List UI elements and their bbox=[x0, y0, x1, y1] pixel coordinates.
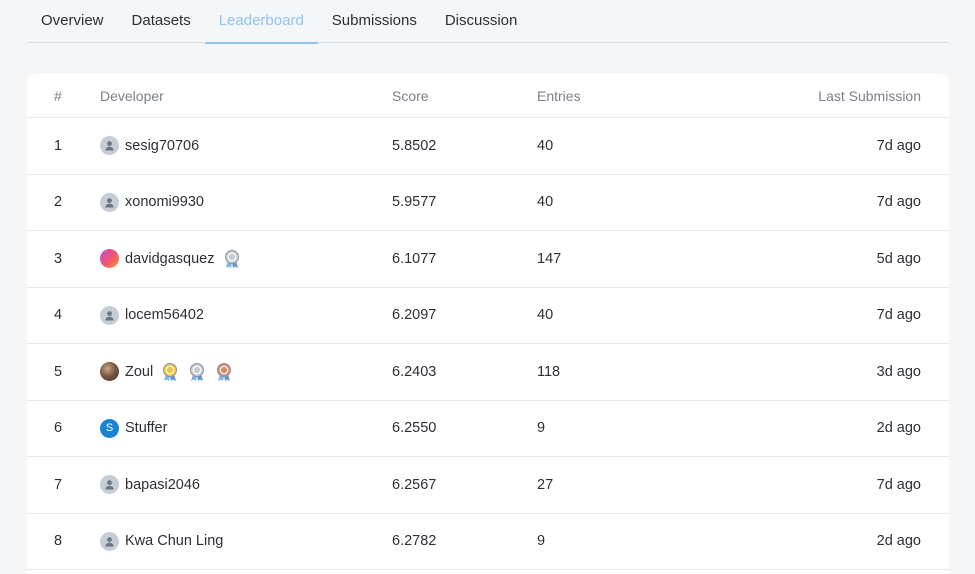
silver-medal-icon bbox=[222, 249, 242, 269]
avatar-letter: S bbox=[105, 422, 114, 435]
avatar[interactable] bbox=[100, 531, 119, 551]
table-row[interactable]: 2 xonomi9930 5.9577 40 7d ago bbox=[27, 175, 949, 231]
score-cell: 6.2097 bbox=[392, 307, 437, 324]
tab-overview[interactable]: Overview bbox=[27, 0, 118, 43]
score-cell: 5.9577 bbox=[392, 194, 437, 211]
last-submission-cell: 7d ago bbox=[876, 476, 921, 493]
table-row[interactable]: 7 bapasi2046 6.2567 27 7d ago bbox=[27, 457, 949, 514]
gold-medal-icon bbox=[160, 362, 180, 382]
entries-cell: 27 bbox=[537, 476, 554, 493]
rank-cell: 5 bbox=[54, 363, 63, 380]
developer-name[interactable]: locem56402 bbox=[125, 307, 204, 323]
rank-cell: 6 bbox=[54, 420, 63, 437]
last-submission-cell: 5d ago bbox=[876, 250, 921, 267]
score-cell: 6.1077 bbox=[392, 250, 437, 267]
developer-cell: bapasi2046 bbox=[100, 475, 200, 495]
avatar[interactable] bbox=[100, 249, 119, 269]
developer-cell: Kwa Chun Ling bbox=[100, 531, 223, 551]
entries-cell: 40 bbox=[537, 307, 554, 324]
score-cell: 6.2403 bbox=[392, 363, 437, 380]
header-entries: Entries bbox=[537, 87, 581, 104]
developer-cell: locem56402 bbox=[100, 305, 204, 325]
score-cell: 5.8502 bbox=[392, 137, 437, 154]
last-submission-cell: 7d ago bbox=[876, 194, 921, 211]
developer-name[interactable]: sesig70706 bbox=[125, 138, 199, 154]
avatar[interactable] bbox=[100, 192, 119, 212]
developer-cell: Zoul bbox=[100, 362, 234, 382]
developer-cell: davidgasquez bbox=[100, 249, 242, 269]
bronze-medal-icon bbox=[214, 362, 234, 382]
last-submission-cell: 2d ago bbox=[876, 420, 921, 437]
developer-name[interactable]: xonomi9930 bbox=[125, 194, 204, 210]
developer-name[interactable]: davidgasquez bbox=[125, 251, 215, 267]
developer-name[interactable]: Kwa Chun Ling bbox=[125, 533, 223, 549]
avatar[interactable] bbox=[100, 305, 119, 325]
table-row[interactable]: 1 sesig70706 5.8502 40 7d ago bbox=[27, 118, 949, 175]
rank-cell: 3 bbox=[54, 250, 63, 267]
table-row[interactable]: 6 S Stuffer 6.2550 9 2d ago bbox=[27, 401, 949, 457]
avatar[interactable] bbox=[100, 362, 119, 382]
rank-cell: 4 bbox=[54, 307, 63, 324]
header-last-submission: Last Submission bbox=[818, 87, 921, 104]
developer-name[interactable]: Zoul bbox=[125, 364, 153, 380]
developer-name[interactable]: bapasi2046 bbox=[125, 477, 200, 493]
score-cell: 6.2782 bbox=[392, 533, 437, 550]
silver-medal-icon bbox=[187, 362, 207, 382]
avatar[interactable]: S bbox=[100, 418, 119, 438]
avatar[interactable] bbox=[100, 136, 119, 156]
header-score: Score bbox=[392, 87, 429, 104]
entries-cell: 40 bbox=[537, 137, 554, 154]
table-row[interactable]: 4 locem56402 6.2097 40 7d ago bbox=[27, 288, 949, 344]
header-rank: # bbox=[54, 87, 62, 104]
score-cell: 6.2550 bbox=[392, 420, 437, 437]
entries-cell: 118 bbox=[537, 363, 561, 380]
rank-cell: 7 bbox=[54, 476, 63, 493]
developer-cell: sesig70706 bbox=[100, 136, 199, 156]
table-row[interactable]: 8 Kwa Chun Ling 6.2782 9 2d ago bbox=[27, 514, 949, 570]
entries-cell: 40 bbox=[537, 194, 554, 211]
developer-name[interactable]: Stuffer bbox=[125, 420, 167, 436]
last-submission-cell: 2d ago bbox=[876, 533, 921, 550]
rank-cell: 8 bbox=[54, 533, 63, 550]
rank-cell: 2 bbox=[54, 194, 63, 211]
entries-cell: 147 bbox=[537, 250, 562, 267]
score-cell: 6.2567 bbox=[392, 476, 437, 493]
last-submission-cell: 3d ago bbox=[876, 363, 921, 380]
entries-cell: 9 bbox=[537, 533, 546, 550]
last-submission-cell: 7d ago bbox=[876, 137, 921, 154]
tab-datasets[interactable]: Datasets bbox=[118, 0, 205, 43]
tab-leaderboard[interactable]: Leaderboard bbox=[204, 0, 318, 44]
rank-cell: 1 bbox=[54, 137, 63, 154]
developer-cell: xonomi9930 bbox=[100, 192, 204, 212]
table-row[interactable]: 3 davidgasquez 6.1077 147 5d ago bbox=[27, 231, 949, 288]
last-submission-cell: 7d ago bbox=[876, 307, 921, 324]
table-row[interactable]: 5 Zoul 6.2403 118 3d ago bbox=[27, 344, 949, 401]
leaderboard-table: # Developer Score Entries Last Submissio… bbox=[27, 74, 949, 574]
developer-cell: S Stuffer bbox=[100, 418, 167, 438]
entries-cell: 9 bbox=[537, 420, 546, 437]
avatar[interactable] bbox=[100, 475, 119, 495]
tab-bar: Overview Datasets Leaderboard Submission… bbox=[27, 0, 949, 44]
table-header: # Developer Score Entries Last Submissio… bbox=[27, 74, 949, 118]
header-developer: Developer bbox=[100, 87, 164, 104]
tab-discussion[interactable]: Discussion bbox=[431, 0, 532, 43]
tab-submissions[interactable]: Submissions bbox=[318, 0, 431, 43]
